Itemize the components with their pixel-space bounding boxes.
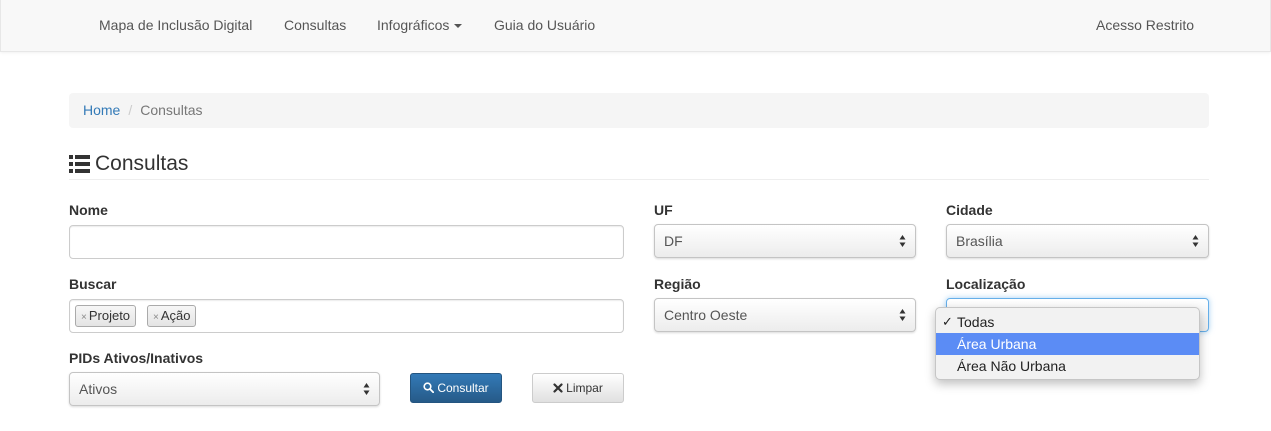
- nav-item-consultas[interactable]: Consultas: [284, 17, 346, 33]
- cidade-label: Cidade: [946, 202, 993, 218]
- regiao-select-value: Centro Oeste: [664, 307, 748, 323]
- pids-select[interactable]: Ativos: [69, 372, 380, 406]
- uf-select-value: DF: [664, 233, 683, 249]
- tag-label: Projeto: [88, 308, 131, 323]
- page-header: Consultas: [69, 150, 1209, 180]
- tag-label: Ação: [160, 308, 191, 323]
- cidade-select-value: Brasília: [956, 233, 1003, 249]
- close-icon: [553, 383, 563, 393]
- nav-item-mapa[interactable]: Mapa de Inclusão Digital: [99, 17, 252, 33]
- consultar-button-label: Consultar: [437, 381, 489, 395]
- tag-remove-icon[interactable]: ×: [81, 312, 87, 323]
- tag-remove-icon[interactable]: ×: [153, 312, 159, 323]
- uf-select[interactable]: DF: [654, 224, 916, 258]
- select-arrows-icon: [363, 383, 370, 395]
- dropdown-option-label: Área Urbana: [957, 336, 1037, 352]
- nav-item-acesso-restrito[interactable]: Acesso Restrito: [1096, 17, 1194, 33]
- dropdown-option-label: Todas: [957, 314, 995, 330]
- dropdown-option-area-nao-urbana[interactable]: Área Não Urbana: [936, 355, 1199, 377]
- page-title: Consultas: [95, 152, 189, 175]
- list-icon: [69, 155, 90, 173]
- dropdown-option-area-urbana[interactable]: Área Urbana: [936, 333, 1199, 355]
- regiao-select[interactable]: Centro Oeste: [654, 298, 916, 332]
- pids-select-value: Ativos: [79, 381, 118, 397]
- select-arrows-icon: [899, 235, 906, 247]
- top-navbar: Mapa de Inclusão Digital Consultas Infog…: [0, 0, 1271, 52]
- breadcrumb-current: Consultas: [140, 102, 203, 118]
- limpar-button[interactable]: Limpar: [532, 373, 624, 403]
- nome-label: Nome: [69, 202, 108, 218]
- buscar-tag-input[interactable]: × Projeto × Ação: [69, 299, 624, 333]
- regiao-label: Região: [654, 276, 701, 292]
- nome-input[interactable]: [69, 225, 624, 259]
- dropdown-option-todas[interactable]: ✓ Todas: [936, 311, 1199, 333]
- tag-projeto: × Projeto: [75, 305, 137, 327]
- select-arrows-icon: [899, 309, 906, 321]
- pids-label: PIDs Ativos/Inativos: [69, 350, 204, 366]
- chevron-down-icon: [454, 24, 463, 29]
- check-icon: ✓: [942, 314, 953, 329]
- localizacao-label: Localização: [946, 276, 1026, 292]
- limpar-button-label: Limpar: [566, 381, 603, 395]
- nav-item-guia[interactable]: Guia do Usuário: [494, 17, 595, 33]
- nav-item-infograficos[interactable]: Infográficos: [377, 17, 463, 33]
- select-arrows-icon: [1192, 235, 1199, 247]
- breadcrumb-separator: /: [128, 102, 133, 118]
- consultar-button[interactable]: Consultar: [410, 373, 502, 403]
- uf-label: UF: [654, 202, 673, 218]
- breadcrumb: Home / Consultas: [69, 93, 1209, 128]
- dropdown-option-label: Área Não Urbana: [957, 358, 1066, 374]
- nav-item-infograficos-label: Infográficos: [377, 17, 450, 33]
- localizacao-dropdown-menu: ✓ Todas Área Urbana Área Não Urbana: [935, 307, 1200, 380]
- breadcrumb-home-link[interactable]: Home: [83, 102, 120, 118]
- cidade-select[interactable]: Brasília: [946, 224, 1209, 258]
- search-icon: [423, 382, 435, 394]
- tag-acao: × Ação: [147, 305, 197, 327]
- buscar-label: Buscar: [69, 276, 117, 292]
